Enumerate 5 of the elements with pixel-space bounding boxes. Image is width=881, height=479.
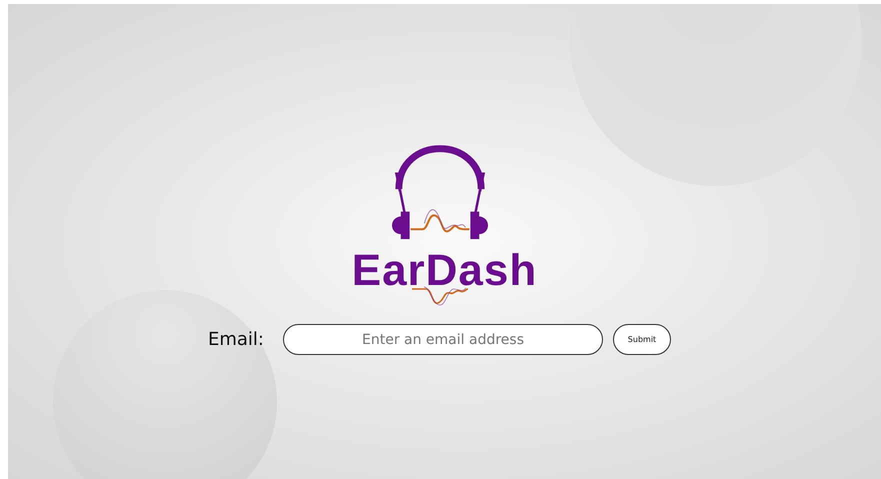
logo-wordmark: EarDash	[352, 251, 538, 291]
wave-icon	[410, 285, 470, 307]
email-field[interactable]: Enter an email address	[283, 324, 603, 355]
submit-button[interactable]: Submit	[613, 324, 671, 355]
email-label: Email:	[208, 329, 264, 350]
